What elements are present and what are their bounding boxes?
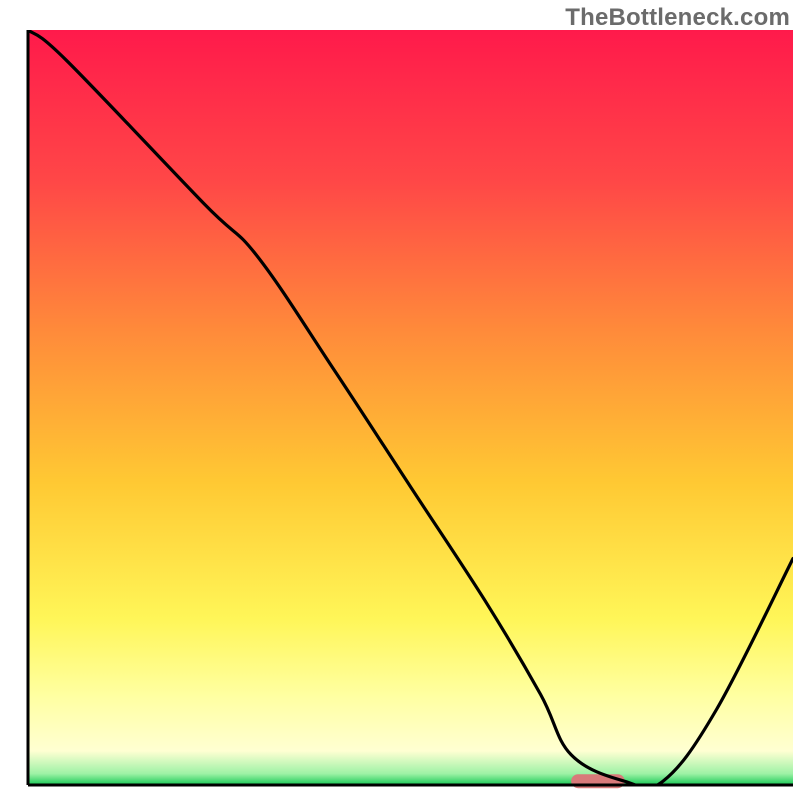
chart-canvas — [0, 0, 800, 800]
watermark-text: TheBottleneck.com — [565, 4, 790, 32]
plot-background — [28, 30, 793, 785]
chart-container: TheBottleneck.com — [0, 0, 800, 800]
